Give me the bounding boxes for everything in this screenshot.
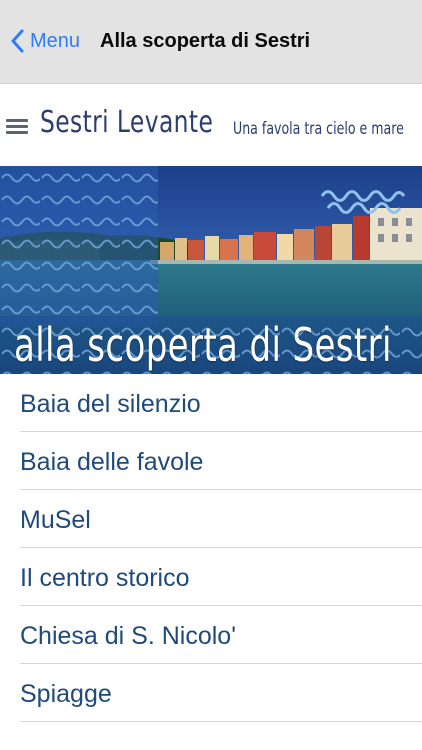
list-item-label: Baia del silenzio [20, 390, 201, 418]
list-item-label: Il centro storico [20, 564, 190, 592]
banner-title: alla scoperta di Sestri [14, 318, 392, 372]
list-item[interactable]: Spiagge [0, 664, 422, 722]
brand-logo-text: Sestri Levante [40, 105, 214, 140]
list-divider [20, 721, 422, 722]
chevron-left-icon [11, 29, 24, 53]
list-item-label: MuSel [20, 506, 91, 534]
list-item[interactable]: Il centro storico [0, 548, 422, 606]
list-item-label: Baia delle favole [20, 448, 204, 476]
list-item[interactable]: Baia delle favole [0, 432, 422, 490]
navigation-bar: Menu Alla scoperta di Sestri [0, 0, 422, 84]
list-item-label: Spiagge [20, 680, 112, 708]
brand-header: Sestri Levante Una favola tra cielo e ma… [0, 85, 422, 165]
page-title: Alla scoperta di Sestri [100, 30, 311, 52]
list-item-label: Chiesa di S. Nicolo' [20, 622, 236, 650]
back-button-label: Menu [30, 29, 81, 52]
list-item[interactable]: MuSel [0, 490, 422, 548]
back-button[interactable]: Menu [10, 24, 80, 58]
list-item[interactable]: Baia del silenzio [0, 374, 422, 432]
brand-tagline: Una favola tra cielo e mare [233, 119, 404, 139]
hamburger-menu-icon[interactable] [6, 119, 28, 134]
list-item[interactable]: Chiesa di S. Nicolo' [0, 606, 422, 664]
places-list: Baia del silenzio Baia delle favole MuSe… [0, 374, 422, 722]
hero-banner: alla scoperta di Sestri [0, 166, 422, 374]
